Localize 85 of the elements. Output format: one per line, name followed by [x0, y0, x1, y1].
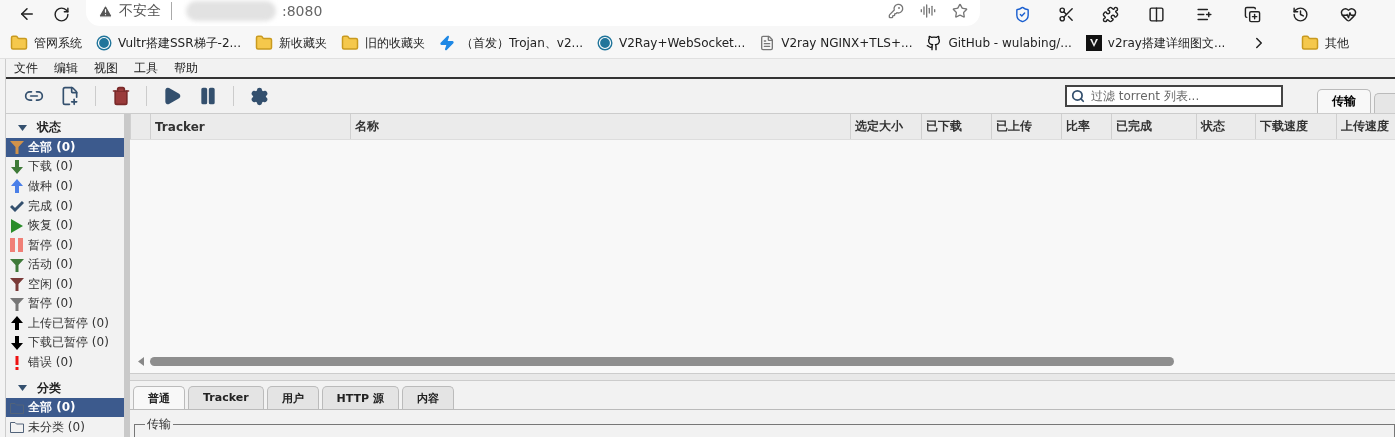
filter-item[interactable]: 恢复 (0) [6, 215, 124, 236]
column-header[interactable]: 已上传 [991, 114, 1061, 139]
bookmark[interactable]: 其他 [1301, 34, 1350, 52]
search-icon [1071, 89, 1085, 103]
menu-item[interactable]: 文件 [14, 59, 52, 77]
tab[interactable]: HTTP 源 [321, 386, 399, 409]
globe-logo-icon [597, 35, 613, 51]
refresh-icon[interactable] [52, 5, 70, 23]
github-icon [926, 35, 943, 51]
column-header[interactable]: 选定大小 [850, 114, 921, 139]
trash-icon[interactable] [111, 86, 131, 106]
tab[interactable]: 内容 [401, 386, 454, 409]
bookmark[interactable]: 旧的收藏夹 [340, 34, 425, 52]
filter-item[interactable]: 全部 (0) [6, 137, 124, 158]
search-field[interactable]: 过滤 torrent 列表... [1065, 85, 1283, 107]
scroll-left-arrow-icon[interactable] [138, 356, 144, 366]
bookmark[interactable]: Vultr搭建SSR梯子-2... [96, 34, 241, 52]
bookmark[interactable]: （首发）Trojan、v2... [438, 34, 583, 52]
pause-icon[interactable] [198, 86, 218, 106]
address-bar[interactable]: 不安全 :8080 [86, 0, 980, 26]
bookmark[interactable]: v2ray搭建详细图文... [1085, 34, 1226, 52]
column-header[interactable]: 上传速度 [1336, 114, 1395, 139]
filter-item[interactable]: 暂停 (0) [6, 294, 124, 314]
menu-item[interactable]: 帮助 [174, 59, 212, 77]
filter-item[interactable]: 上传已暂停 (0) [6, 313, 124, 334]
bookmark[interactable]: V2Ray+WebSocket... [597, 35, 746, 51]
filter-item[interactable]: 做种 (0) [6, 176, 124, 197]
puzzle-icon[interactable] [1101, 5, 1119, 23]
page-icon [759, 35, 776, 51]
scissors-icon[interactable] [1057, 5, 1075, 23]
bookmark[interactable]: GitHub - wulabing/... [926, 35, 1072, 51]
column-header[interactable]: 已下载 [921, 114, 991, 139]
security-label: 不安全 [119, 2, 172, 20]
column-header[interactable]: 比率 [1061, 114, 1111, 139]
split-screen-icon[interactable] [1147, 5, 1165, 23]
bolt-icon [438, 35, 455, 51]
tab[interactable]: Tracker [188, 386, 264, 409]
menu-item[interactable]: 编辑 [54, 59, 92, 77]
section-header[interactable]: 状态 [6, 118, 124, 138]
bookmark[interactable]: 新收藏夹 [254, 34, 327, 52]
collections-icon[interactable] [1243, 5, 1261, 23]
filter-item[interactable]: 下载已暂停 (0) [6, 333, 124, 353]
folder-icon [10, 34, 28, 52]
filter-item[interactable]: 下载 (0) [6, 157, 124, 177]
column-header[interactable]: 已完成 [1111, 114, 1196, 139]
logo-icon [1085, 35, 1102, 51]
filter-item[interactable]: 未分类 (0) [6, 417, 124, 437]
history-icon[interactable] [1291, 5, 1309, 23]
globe-logo-icon [96, 35, 112, 51]
collapse-triangle-icon [18, 385, 27, 392]
group-title: 传输 [146, 416, 172, 433]
filter-item[interactable]: 活动 (0) [6, 254, 124, 275]
scrollbar-thumb[interactable] [150, 356, 1174, 366]
read-aloud-icon[interactable] [920, 3, 936, 19]
folder-icon [254, 34, 273, 52]
filter-item[interactable]: 完成 (0) [6, 196, 124, 216]
favorite-star-icon[interactable] [952, 3, 968, 19]
collapse-triangle-icon [18, 124, 27, 131]
bookmark[interactable]: V2ray NGINX+TLS+... [759, 35, 913, 51]
tab[interactable]: 普通 [133, 386, 185, 409]
column-header[interactable]: Tracker [150, 114, 350, 139]
tab[interactable]: 传输 [1317, 89, 1371, 113]
bookmark[interactable]: 管网系统 [10, 34, 82, 52]
play-icon[interactable] [162, 86, 182, 106]
filter-item[interactable]: 全部 (0) [6, 397, 124, 418]
column-header[interactable]: 下载速度 [1255, 114, 1336, 139]
tab[interactable]: 用户 [266, 386, 319, 409]
column-header[interactable]: 状态 [1196, 114, 1255, 139]
filter-item[interactable]: 暂停 (0) [6, 235, 124, 255]
key-icon[interactable] [888, 3, 904, 19]
shield-icon[interactable] [1013, 5, 1031, 23]
menu-item[interactable]: 工具 [134, 59, 172, 77]
folder-icon [1301, 34, 1320, 52]
settings-icon[interactable] [249, 86, 269, 106]
filter-item[interactable]: 空闲 (0) [6, 274, 124, 295]
warning-icon [98, 3, 113, 19]
health-icon[interactable] [1339, 5, 1357, 23]
menu-item[interactable]: 视图 [94, 59, 132, 77]
address-text: :8080 [282, 3, 323, 19]
section-header[interactable]: 分类 [6, 378, 124, 398]
column-header[interactable]: 名称 [350, 114, 850, 139]
folder-icon [340, 34, 359, 52]
filter-item[interactable]: 错误 (0) [6, 352, 124, 373]
back-icon[interactable] [18, 5, 36, 23]
add-file-icon[interactable] [60, 86, 80, 106]
